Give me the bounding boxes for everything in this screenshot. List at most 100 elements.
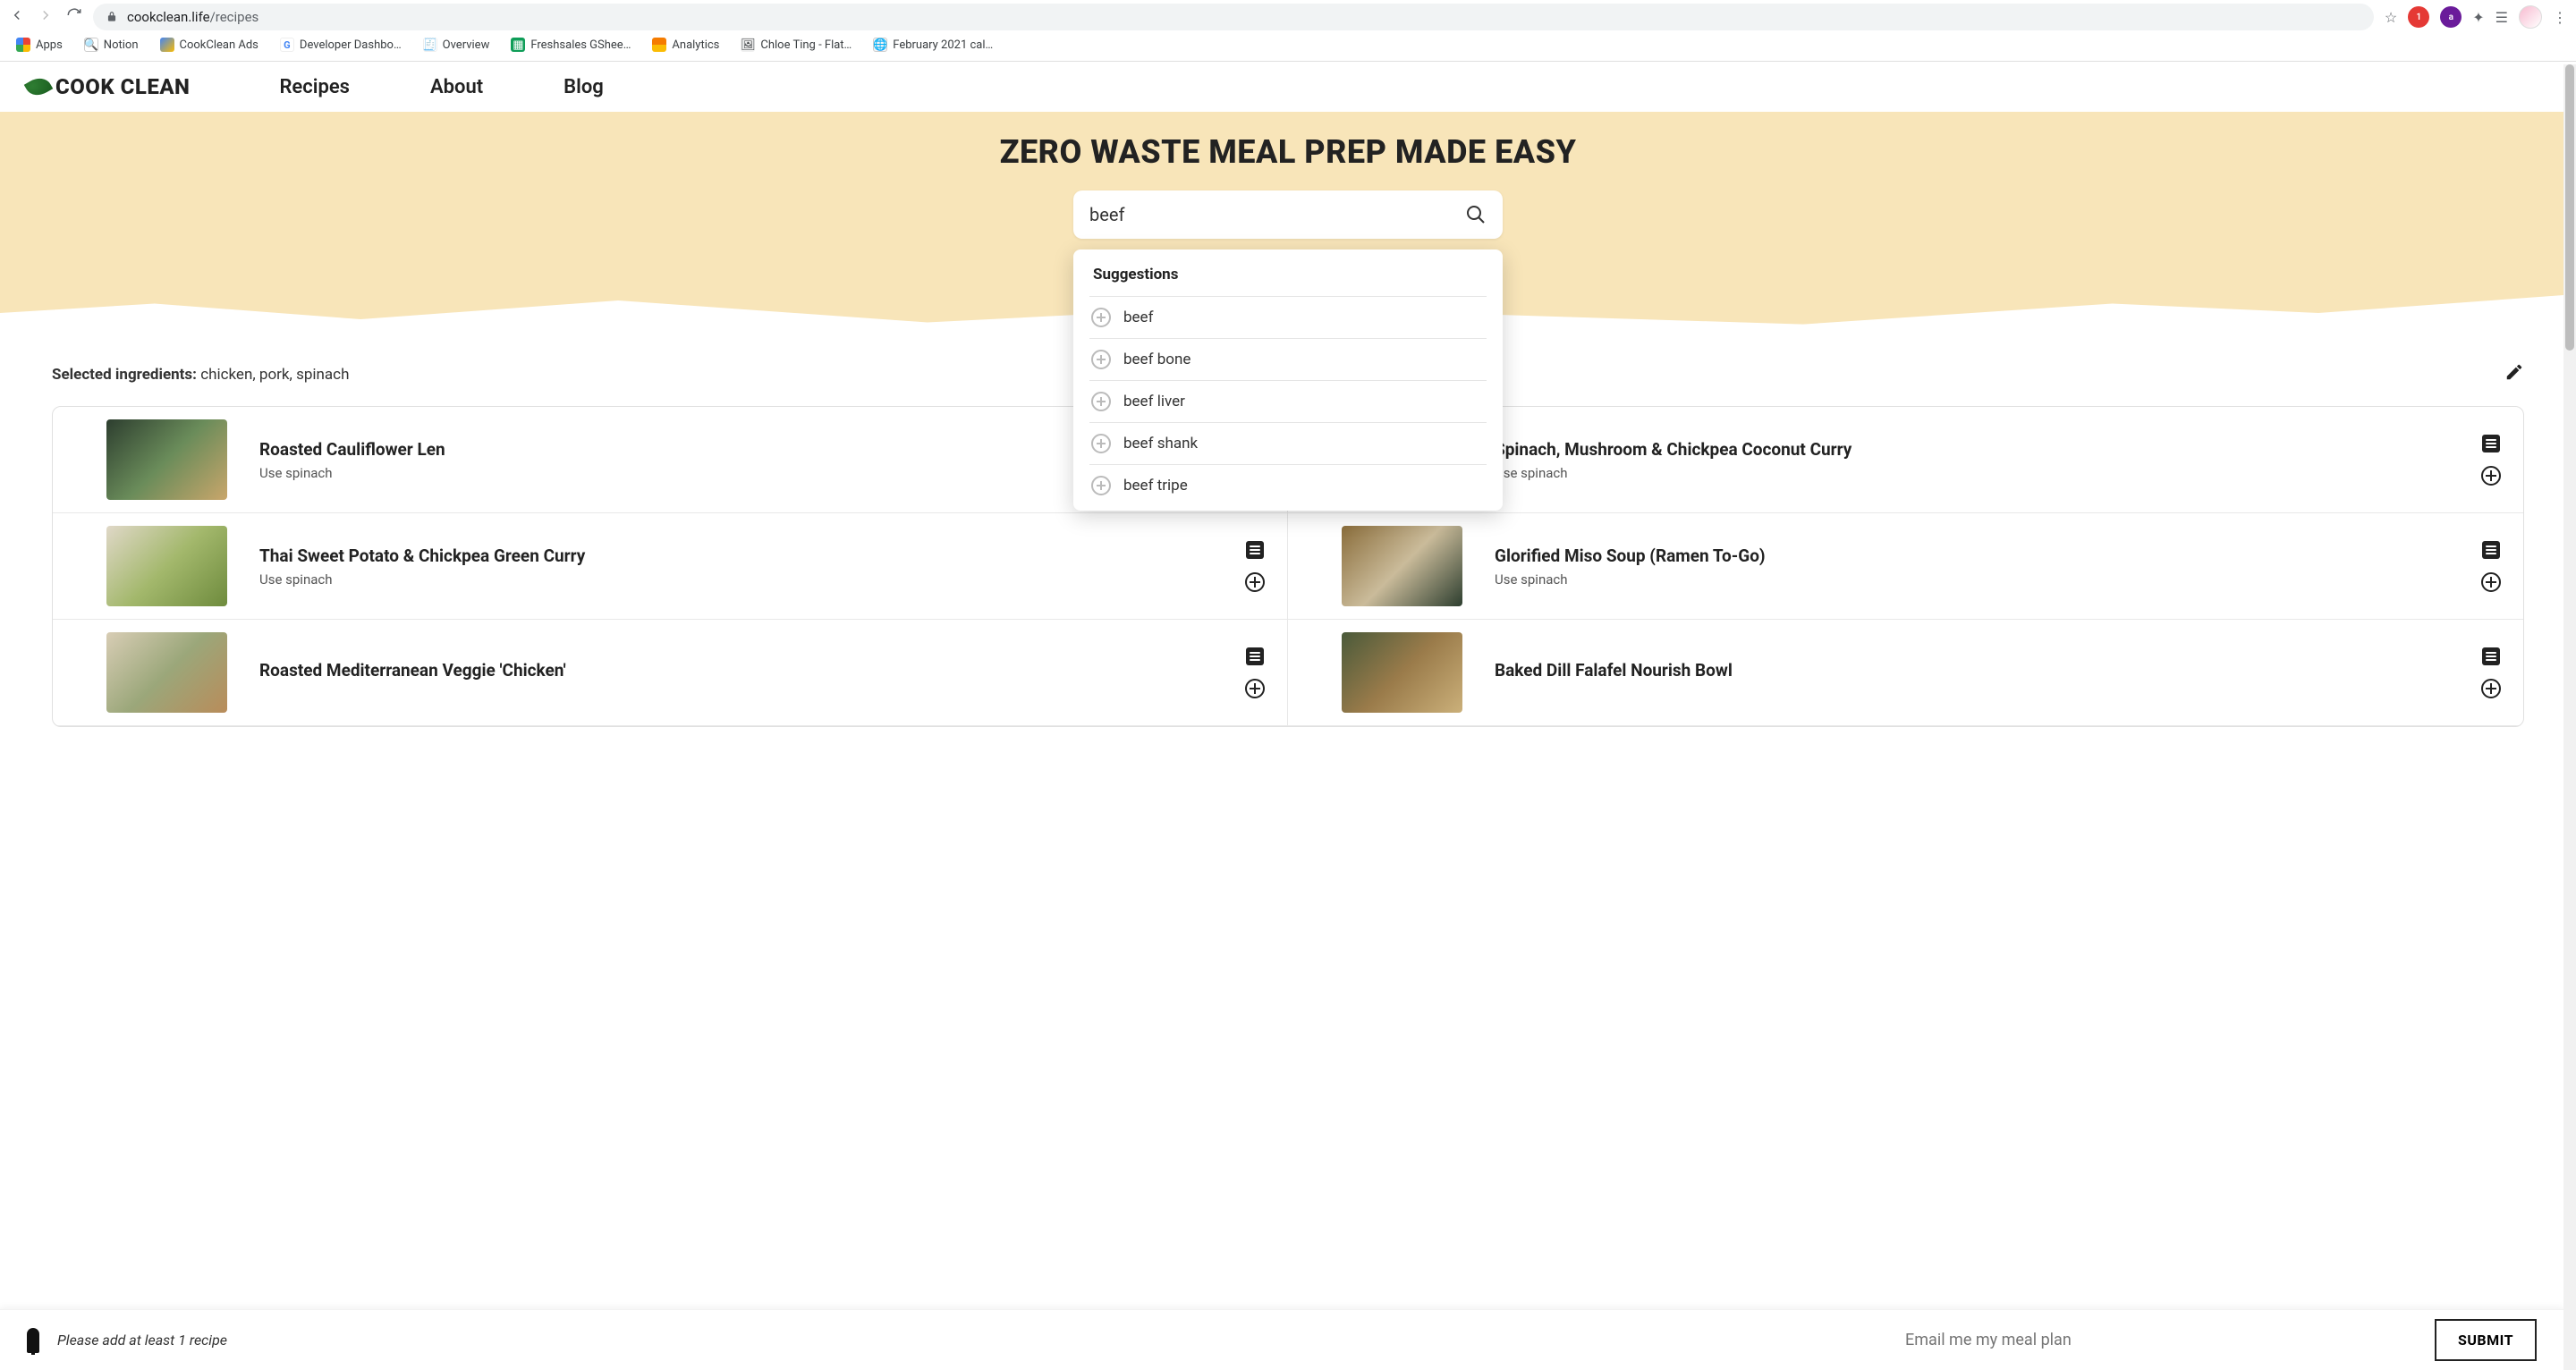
list-icon: [2482, 541, 2500, 559]
search-icon[interactable]: [1465, 204, 1487, 225]
recipe-title: Baked Dill Falafel Nourish Bowl: [1495, 660, 2448, 681]
bottom-hint: Please add at least 1 recipe: [57, 1332, 227, 1349]
suggestions-list[interactable]: beef beef bone beef liver beef shank beef tr…: [1089, 296, 1487, 502]
page-scrollbar[interactable]: [2563, 64, 2576, 1370]
logo-text: COOK CLEAN: [55, 74, 190, 99]
recipe-subtitle: Use spinach: [1495, 571, 2448, 588]
leaf-icon: [24, 73, 54, 100]
list-icon: [1246, 647, 1264, 665]
recipe-details-button[interactable]: [2480, 646, 2502, 667]
suggestion-item[interactable]: beef liver: [1089, 380, 1487, 422]
recipe-subtitle: Use spinach: [259, 465, 1212, 481]
bookmark-feb-cal[interactable]: 🌐February 2021 cal…: [873, 38, 993, 52]
add-recipe-button[interactable]: [1244, 571, 1266, 593]
add-recipe-button[interactable]: [2480, 465, 2502, 486]
bookmark-chloe-ting[interactable]: 🖼Chloe Ting - Flat…: [741, 38, 852, 52]
add-icon: [1091, 350, 1111, 369]
bookmark-analytics[interactable]: Analytics: [652, 38, 719, 52]
bookmark-freshsales[interactable]: ▦Freshsales GShee…: [511, 38, 631, 52]
recipe-thumb: [1342, 526, 1462, 606]
submit-button[interactable]: SUBMIT: [2435, 1319, 2537, 1361]
suggestion-text: beef shank: [1123, 435, 1198, 452]
suggestion-text: beef liver: [1123, 393, 1185, 410]
suggestions-title: Suggestions: [1075, 266, 1501, 296]
recipe-thumb: [1342, 632, 1462, 713]
list-icon: [2482, 435, 2500, 452]
recipe-card: Roasted Mediterranean Veggie 'Chicken': [53, 620, 1288, 726]
add-icon: [1091, 392, 1111, 411]
selected-value: chicken, pork, spinach: [200, 366, 349, 384]
recipe-details-button[interactable]: [1244, 539, 1266, 561]
back-button[interactable]: [9, 7, 25, 27]
browser-toolbar: cookclean.life/recipes ☆ 1 a ✦ ☰ ⋮: [0, 0, 2576, 34]
suggestion-item[interactable]: beef tripe: [1089, 464, 1487, 502]
plus-icon: [2481, 466, 2501, 486]
suggestions-dropdown: Suggestions beef beef bone beef liver beef …: [1073, 249, 1503, 511]
recipe-subtitle: Use spinach: [1495, 465, 2448, 481]
nav-about[interactable]: About: [430, 76, 483, 98]
add-recipe-button[interactable]: [2480, 571, 2502, 593]
kebab-menu-icon[interactable]: ⋮: [2553, 9, 2567, 26]
reload-button[interactable]: [66, 7, 82, 27]
suggestion-item[interactable]: beef: [1089, 296, 1487, 338]
plus-icon: [2481, 679, 2501, 698]
spoon-icon: [27, 1328, 39, 1353]
add-icon: [1091, 434, 1111, 453]
suggestion-item[interactable]: beef bone: [1089, 338, 1487, 380]
hero-title: ZERO WASTE MEAL PREP MADE EASY: [0, 133, 2576, 171]
add-icon: [1091, 476, 1111, 495]
bookmark-notion[interactable]: 🔍Notion: [84, 38, 139, 52]
suggestion-text: beef: [1123, 309, 1154, 326]
plus-icon: [1245, 572, 1265, 592]
recipe-card: Thai Sweet Potato & Chickpea Green Curry…: [53, 513, 1288, 620]
recipe-subtitle: Use spinach: [259, 571, 1212, 588]
recipe-thumb: [106, 419, 227, 500]
lock-icon: [106, 11, 118, 23]
search-input[interactable]: [1089, 204, 1465, 225]
recipe-title: Glorified Miso Soup (Ramen To-Go): [1495, 545, 2448, 566]
search-box[interactable]: [1073, 190, 1503, 239]
bookmark-apps[interactable]: Apps: [16, 38, 63, 52]
recipe-title: Roasted Cauliflower Len: [259, 439, 1212, 460]
nav-blog[interactable]: Blog: [564, 76, 604, 98]
pencil-icon: [2504, 362, 2524, 382]
recipe-title: Thai Sweet Potato & Chickpea Green Curry: [259, 545, 1212, 566]
recipe-details-button[interactable]: [1244, 646, 1266, 667]
list-icon: [1246, 541, 1264, 559]
add-recipe-button[interactable]: [1244, 678, 1266, 699]
url-host: cookclean.life: [127, 9, 210, 25]
recipe-card: Baked Dill Falafel Nourish Bowl: [1288, 620, 2523, 726]
bookmark-overview[interactable]: 🧾Overview: [423, 38, 490, 52]
site-header: COOK CLEAN Recipes About Blog: [0, 62, 2576, 112]
recipe-details-button[interactable]: [2480, 433, 2502, 454]
email-input[interactable]: [1902, 1323, 2402, 1357]
edit-ingredients-button[interactable]: [2504, 362, 2524, 386]
extension-badge-1[interactable]: 1: [2408, 6, 2429, 28]
plus-icon: [2481, 572, 2501, 592]
recipe-thumb: [106, 526, 227, 606]
bottom-bar: Please add at least 1 recipe SUBMIT: [0, 1309, 2563, 1370]
suggestion-text: beef bone: [1123, 351, 1191, 368]
recipe-details-button[interactable]: [2480, 539, 2502, 561]
profile-avatar[interactable]: [2519, 5, 2542, 29]
bookmarks-bar: Apps 🔍Notion CookClean Ads GDeveloper Da…: [0, 34, 2576, 62]
bookmark-star-icon[interactable]: ☆: [2385, 9, 2397, 26]
add-recipe-button[interactable]: [2480, 678, 2502, 699]
site-logo[interactable]: COOK CLEAN: [27, 74, 190, 99]
list-icon: [2482, 647, 2500, 665]
suggestion-item[interactable]: beef shank: [1089, 422, 1487, 464]
address-bar[interactable]: cookclean.life/recipes: [93, 4, 2374, 30]
bookmark-dev-dashboard[interactable]: GDeveloper Dashbo…: [280, 38, 402, 52]
recipe-title: Spinach, Mushroom & Chickpea Coconut Cur…: [1495, 439, 2448, 460]
extension-badge-2[interactable]: a: [2440, 6, 2462, 28]
recipe-card: Glorified Miso Soup (Ramen To-Go) Use spi…: [1288, 513, 2523, 620]
suggestion-text: beef tripe: [1123, 477, 1188, 495]
forward-button[interactable]: [38, 7, 54, 27]
bookmark-cookclean-ads[interactable]: CookClean Ads: [160, 38, 258, 52]
extensions-icon[interactable]: ✦: [2472, 9, 2484, 26]
nav-recipes[interactable]: Recipes: [279, 76, 350, 98]
add-icon: [1091, 308, 1111, 327]
reading-list-icon[interactable]: ☰: [2496, 9, 2508, 26]
recipe-thumb: [106, 632, 227, 713]
recipe-title: Roasted Mediterranean Veggie 'Chicken': [259, 660, 1212, 681]
